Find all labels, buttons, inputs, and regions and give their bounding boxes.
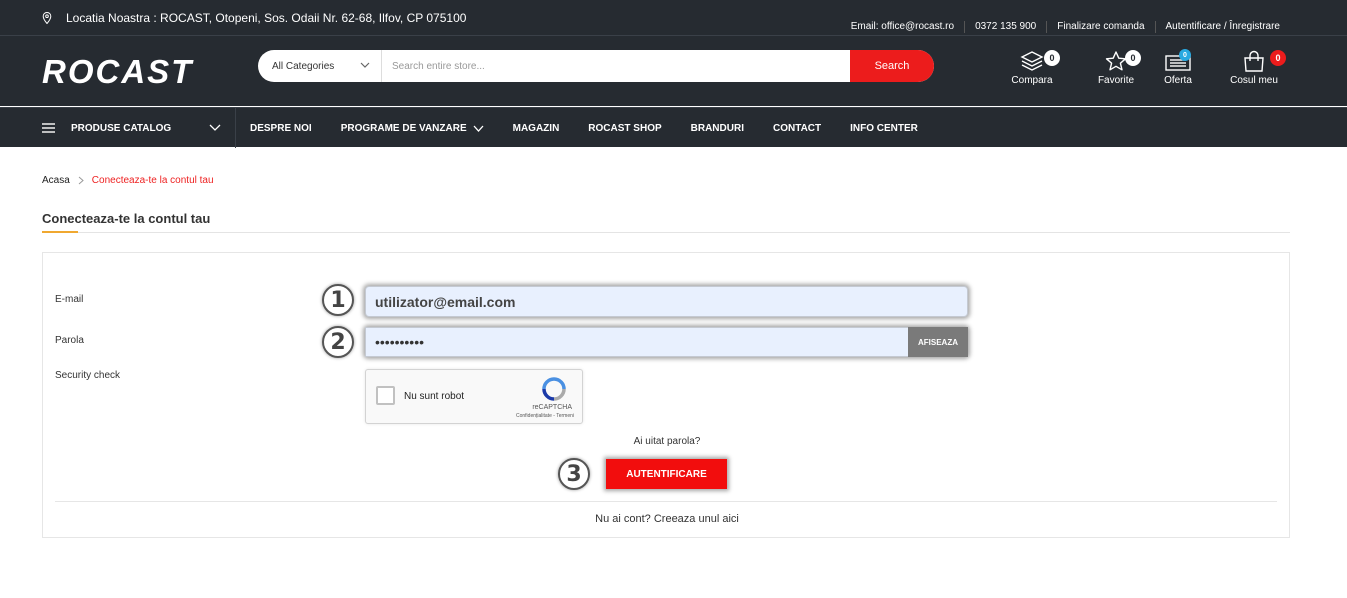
breadcrumb-current: Conecteaza-te la contul tau: [91, 175, 214, 186]
breadcrumb-home[interactable]: Acasa: [42, 175, 70, 186]
location-info: Locatia Noastra : ROCAST, Otopeni, Sos. …: [42, 11, 466, 25]
cart-button[interactable]: Cosul meu 0: [1228, 50, 1286, 86]
category-select[interactable]: All Categories: [258, 50, 382, 82]
recaptcha-brand: reCAPTCHA: [532, 404, 572, 411]
step-marker-1: 1: [322, 284, 354, 316]
header: ROCAST All Categories Search Compara 0 F…: [0, 36, 1347, 106]
security-check-label: Security check: [55, 370, 121, 381]
nav-items: DESPRE NOI PROGRAME DE VANZARE MAGAZIN R…: [250, 108, 947, 148]
forgot-password-link[interactable]: Ai uitat parola?: [43, 436, 1291, 447]
search-button[interactable]: Search: [850, 50, 934, 82]
offer-label: Oferta: [1164, 75, 1192, 86]
nav-item-contact[interactable]: CONTACT: [773, 123, 821, 134]
top-links: Email: office@rocast.ro 0372 135 900 Fin…: [841, 21, 1290, 33]
top-bar: Locatia Noastra : ROCAST, Otopeni, Sos. …: [0, 0, 1347, 36]
form-divider: [55, 501, 1277, 502]
location-text: Locatia Noastra : ROCAST, Otopeni, Sos. …: [66, 11, 467, 25]
nav-item-programe[interactable]: PROGRAME DE VANZARE: [341, 123, 484, 134]
email-field[interactable]: utilizator@email.com: [365, 286, 968, 317]
offer-count-badge: 0: [1179, 49, 1191, 61]
star-icon: [1105, 51, 1127, 71]
chevron-down-icon: [360, 62, 370, 68]
layers-icon: [1020, 51, 1044, 71]
nav-item-despre-noi[interactable]: DESPRE NOI: [250, 123, 312, 134]
login-register-link[interactable]: Autentificare / Înregistrare: [1154, 21, 1291, 33]
page-title: Conecteaza-te la contul tau: [42, 211, 211, 226]
nav-item-magazin[interactable]: MAGAZIN: [513, 123, 560, 134]
main-nav: PRODUSE CATALOG DESPRE NOI PROGRAME DE V…: [0, 107, 1347, 148]
favorites-count-badge: 0: [1125, 50, 1141, 66]
phone-link[interactable]: 0372 135 900: [964, 21, 1046, 33]
title-divider: [42, 232, 1290, 233]
chevron-down-icon: [209, 124, 221, 131]
nav-item-branduri[interactable]: BRANDURI: [691, 123, 744, 134]
recaptcha-checkbox[interactable]: [376, 386, 395, 405]
compare-count-badge: 0: [1044, 50, 1060, 66]
compare-label: Compara: [1011, 75, 1053, 86]
nav-item-label: PROGRAME DE VANZARE: [340, 122, 467, 134]
email-link[interactable]: Email: office@rocast.ro: [841, 21, 964, 33]
checkout-link[interactable]: Finalizare comanda: [1046, 21, 1154, 33]
chevron-right-icon: [78, 176, 84, 185]
offer-button[interactable]: Oferta 0: [1160, 49, 1196, 86]
recaptcha-widget: Nu sunt robot reCAPTCHA Confidențialitat…: [365, 369, 583, 424]
favorites-label: Favorite: [1097, 75, 1135, 86]
catalog-menu[interactable]: PRODUSE CATALOG: [42, 108, 236, 148]
register-link[interactable]: Nu ai cont? Creeaza unul aici: [43, 513, 1291, 525]
cart-label: Cosul meu: [1230, 75, 1278, 86]
login-form: E-mail 1 utilizator@email.com Parola 2 •…: [42, 252, 1290, 538]
compare-button[interactable]: Compara 0: [1010, 50, 1060, 86]
email-label: E-mail: [55, 294, 84, 305]
title-accent: [42, 231, 78, 233]
menu-icon: [42, 123, 55, 133]
password-label: Parola: [55, 335, 84, 346]
search-input[interactable]: [382, 50, 850, 82]
map-pin-icon: [42, 12, 52, 24]
password-field[interactable]: ••••••••••: [365, 327, 908, 357]
nav-item-info-center[interactable]: INFO CENTER: [850, 123, 918, 134]
catalog-label: PRODUSE CATALOG: [71, 122, 172, 134]
recaptcha-text: Nu sunt robot: [404, 391, 465, 402]
category-label: All Categories: [272, 60, 335, 72]
chevron-down-icon: [473, 125, 484, 132]
search-bar: All Categories Search: [258, 50, 934, 82]
password-group: •••••••••• AFISEAZA: [365, 327, 968, 357]
step-marker-3: 3: [558, 458, 590, 490]
step-marker-2: 2: [322, 326, 354, 358]
show-password-button[interactable]: AFISEAZA: [908, 327, 968, 357]
cart-count-badge: 0: [1270, 50, 1286, 66]
nav-item-rocast-shop[interactable]: ROCAST SHOP: [588, 123, 661, 134]
recaptcha-logo-icon: [542, 377, 566, 401]
bag-icon: [1244, 50, 1264, 72]
breadcrumb: Acasa Conecteaza-te la contul tau: [42, 175, 214, 186]
favorites-button[interactable]: Favorite 0: [1094, 50, 1141, 86]
logo[interactable]: ROCAST: [42, 53, 193, 91]
login-button[interactable]: AUTENTIFICARE: [606, 459, 727, 489]
recaptcha-terms[interactable]: Confidențialitate - Termeni: [516, 413, 574, 419]
